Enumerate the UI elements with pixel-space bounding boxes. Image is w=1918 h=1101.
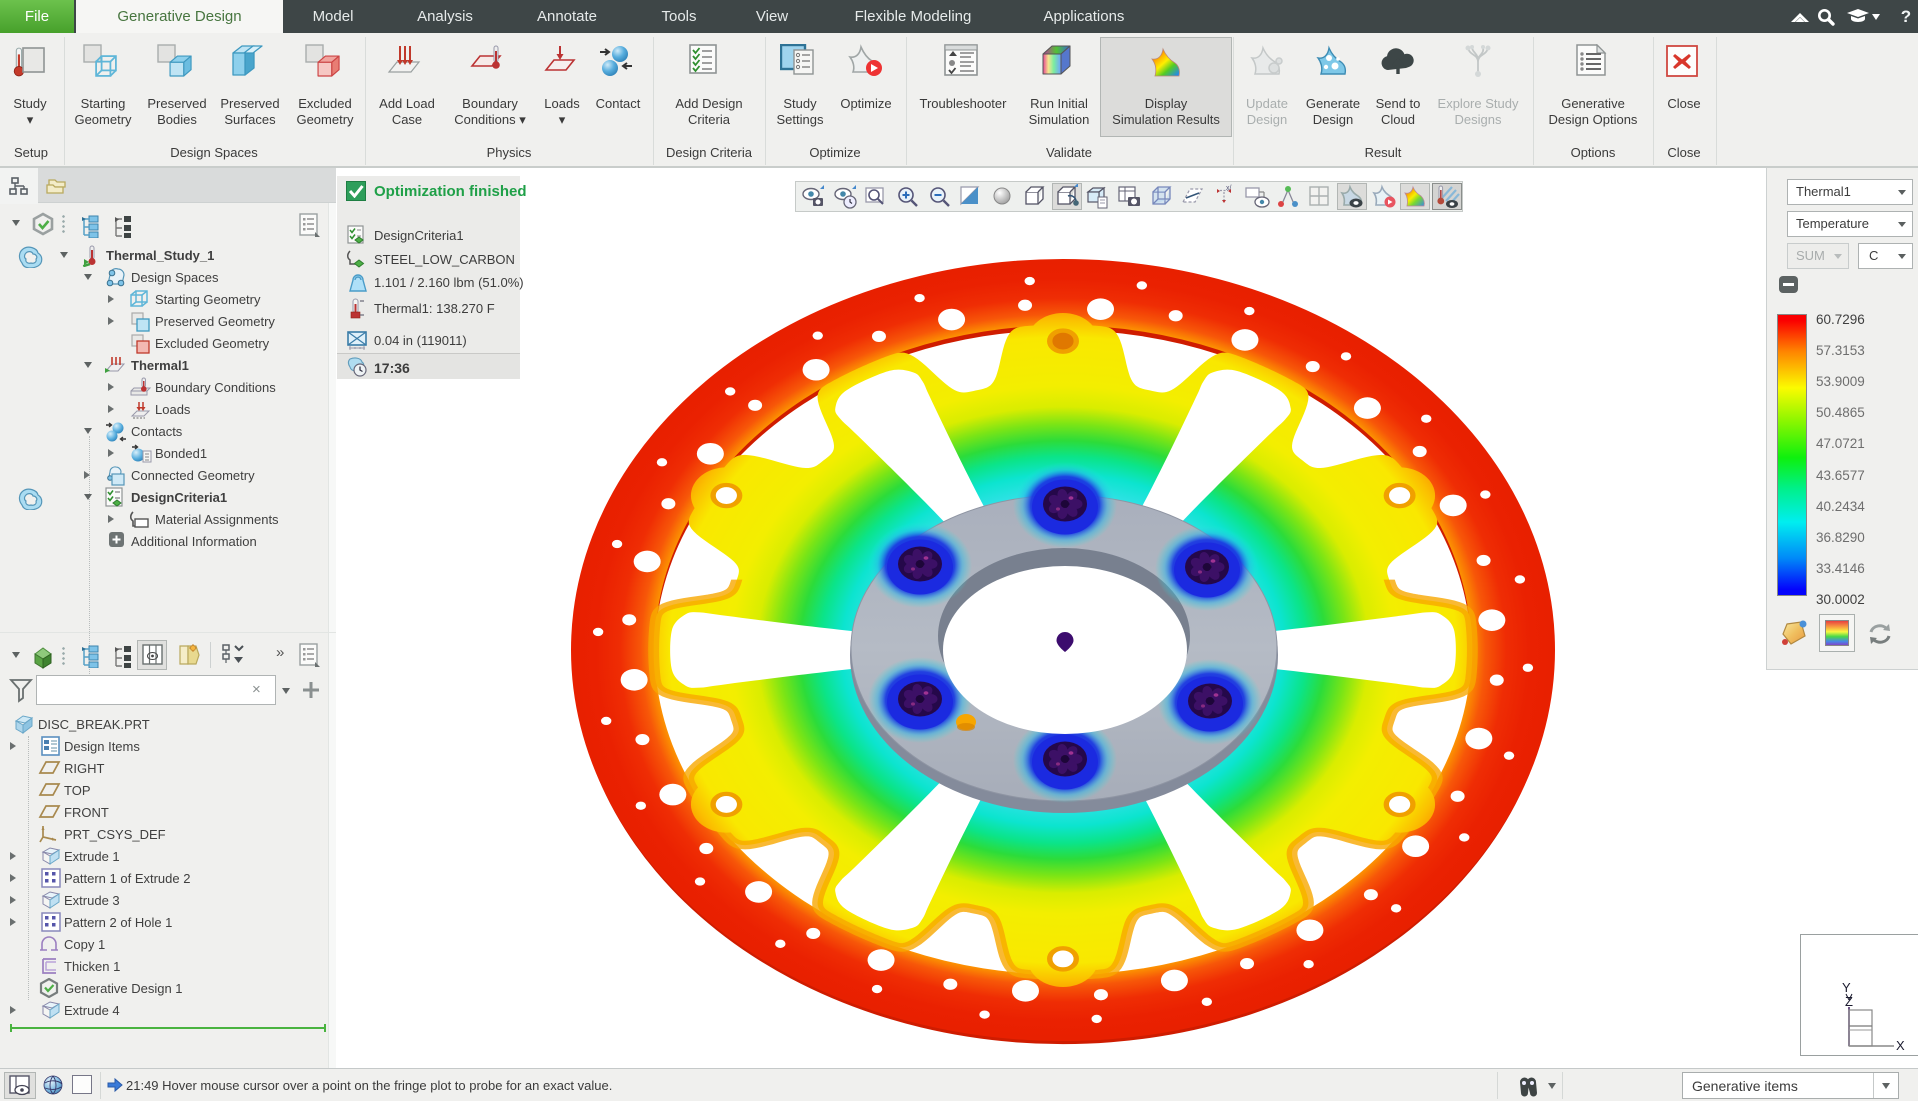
svg-text:Y: Y xyxy=(1842,980,1851,995)
svg-text:x/: x/ xyxy=(1226,185,1232,192)
svg-text:X: X xyxy=(1896,1038,1905,1052)
svg-text:Z: Z xyxy=(1845,994,1853,1009)
